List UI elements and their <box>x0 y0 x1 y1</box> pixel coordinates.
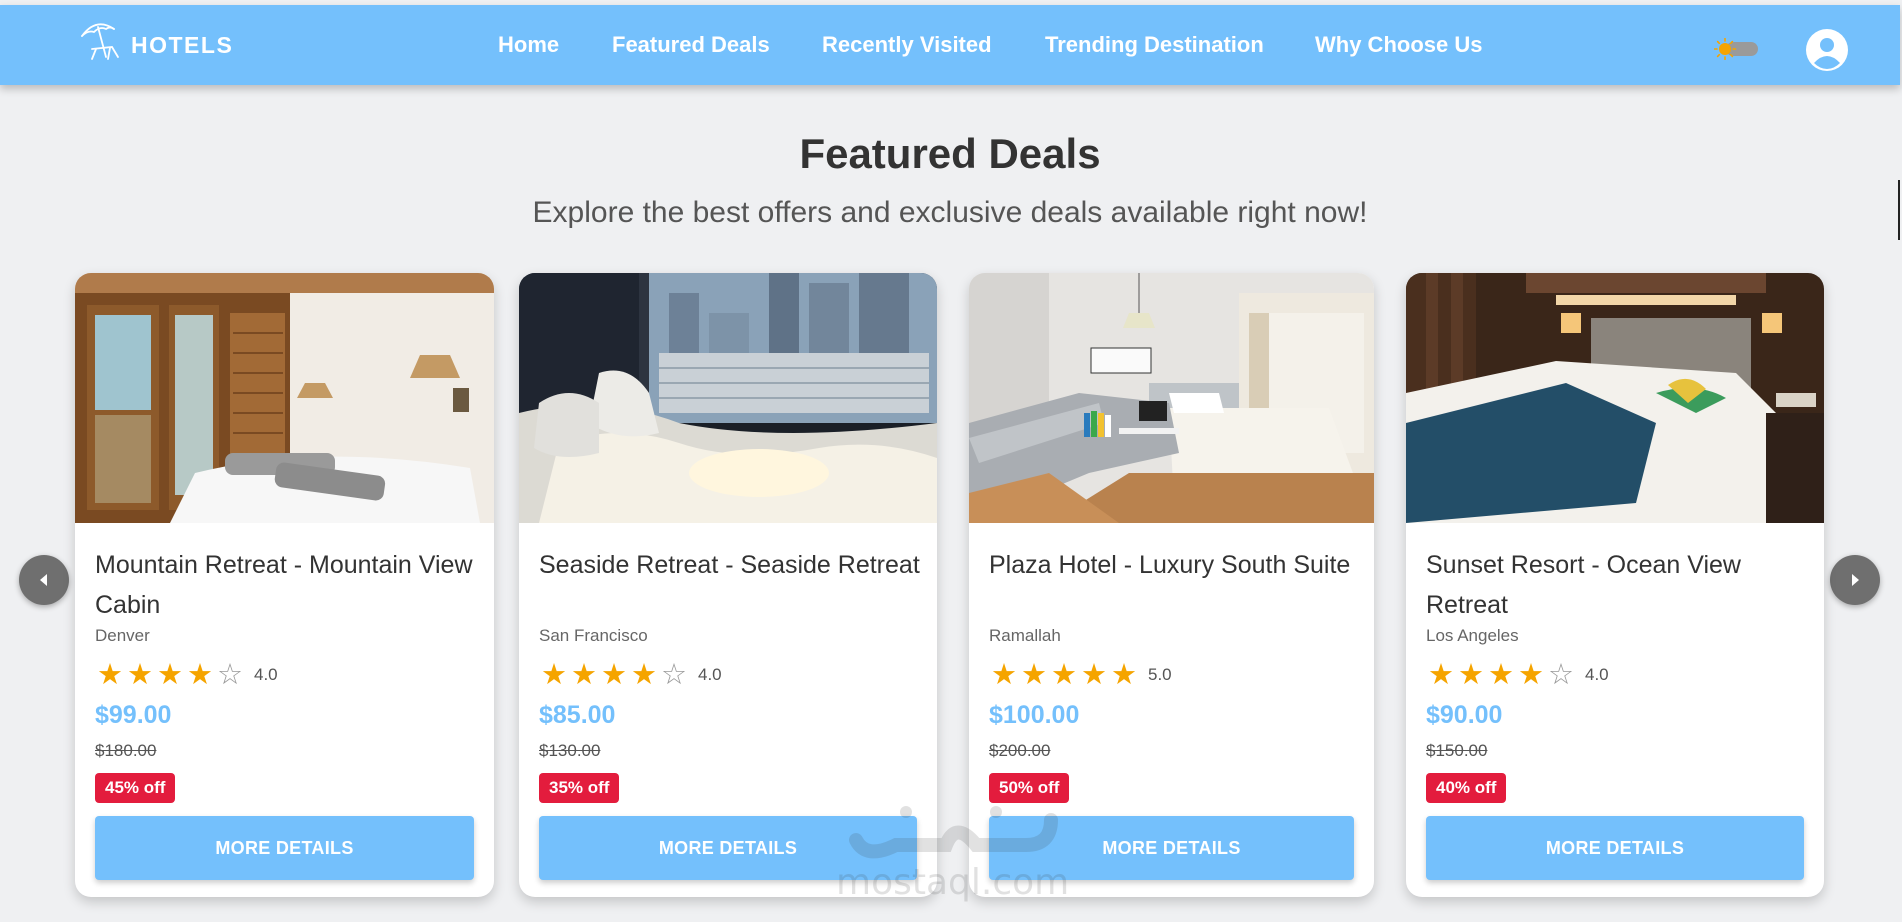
star-icon: ★ <box>541 659 567 691</box>
original-price: $150.00 <box>1426 741 1488 760</box>
original-price: $130.00 <box>539 741 601 760</box>
star-outline-icon: ☆ <box>217 659 243 691</box>
deal-city: Los Angeles <box>1426 626 1519 645</box>
hotel-photo <box>1406 273 1824 523</box>
star-rating: ★ ★ ★ ★ ☆ <box>95 660 245 690</box>
deal-price: $90.00 <box>1426 701 1503 729</box>
rating-value: 4.0 <box>698 665 722 684</box>
nav-trending-destination[interactable]: Trending Destination <box>1045 32 1264 58</box>
star-icon: ★ <box>1051 659 1077 691</box>
star-icon: ★ <box>571 659 597 691</box>
rating-value: 5.0 <box>1148 665 1172 684</box>
star-outline-icon: ☆ <box>1548 659 1574 691</box>
star-rating: ★ ★ ★ ★ ☆ <box>1426 660 1576 690</box>
star-icon: ★ <box>1518 659 1544 691</box>
chevron-left-icon <box>40 574 47 586</box>
deal-card: Seaside Retreat - Seaside Retreat San Fr… <box>519 273 937 897</box>
rating-value: 4.0 <box>254 665 278 684</box>
discount-badge: 45% off <box>95 773 176 803</box>
chevron-right-icon <box>1852 574 1859 586</box>
deal-card: Mountain Retreat - Mountain View Cabin D… <box>75 273 494 897</box>
deal-price: $85.00 <box>539 701 616 729</box>
carousel-next-button[interactable] <box>1830 555 1880 605</box>
star-icon: ★ <box>1021 659 1047 691</box>
deal-title: Sunset Resort - Ocean View Retreat <box>1426 551 1741 619</box>
user-avatar-icon[interactable] <box>1806 29 1848 71</box>
deal-price: $99.00 <box>95 701 172 729</box>
more-details-button[interactable]: MORE DETAILS <box>989 816 1354 880</box>
nav-home[interactable]: Home <box>498 32 559 58</box>
deal-city: Denver <box>95 626 150 645</box>
deal-card: Sunset Resort - Ocean View Retreat Los A… <box>1406 273 1824 897</box>
discount-badge: 35% off <box>539 773 620 803</box>
discount-badge: 40% off <box>1426 773 1507 803</box>
star-icon: ★ <box>127 659 153 691</box>
more-details-button[interactable]: MORE DETAILS <box>539 816 917 880</box>
discount-badge: 50% off <box>989 773 1070 803</box>
hotel-photo <box>75 273 494 523</box>
star-icon: ★ <box>601 659 627 691</box>
star-icon: ★ <box>631 659 657 691</box>
deal-price: $100.00 <box>989 701 1080 729</box>
carousel-prev-button[interactable] <box>19 555 69 605</box>
deal-city: Ramallah <box>989 626 1061 645</box>
rating: ★ ★ ★ ★ ☆ 4.0 <box>1426 660 1609 690</box>
star-rating: ★ ★ ★ ★ ★ <box>989 660 1139 690</box>
star-icon: ★ <box>991 659 1017 691</box>
rating: ★ ★ ★ ★ ☆ 4.0 <box>539 660 722 690</box>
brand-name: HOTELS <box>131 32 234 58</box>
star-icon: ★ <box>1081 659 1107 691</box>
star-icon: ★ <box>1111 659 1137 691</box>
nav-featured-deals[interactable]: Featured Deals <box>612 32 770 58</box>
star-icon: ★ <box>187 659 213 691</box>
star-icon: ★ <box>1458 659 1484 691</box>
rating: ★ ★ ★ ★ ★ 5.0 <box>989 660 1172 690</box>
deal-title: Seaside Retreat - Seaside Retreat <box>539 551 920 579</box>
beach-umbrella-icon <box>78 17 124 63</box>
star-icon: ★ <box>97 659 123 691</box>
theme-toggle[interactable] <box>1713 37 1760 61</box>
star-icon: ★ <box>157 659 183 691</box>
hotel-photo <box>969 273 1374 523</box>
star-icon: ★ <box>1428 659 1454 691</box>
original-price: $180.00 <box>95 741 157 760</box>
sun-icon <box>1713 37 1737 61</box>
rating-value: 4.0 <box>1585 665 1609 684</box>
deal-card: Plaza Hotel - Luxury South Suite Ramalla… <box>969 273 1374 897</box>
hotel-photo <box>519 273 937 523</box>
brand-logo[interactable]: HOTELS <box>78 17 233 67</box>
original-price: $200.00 <box>989 741 1051 760</box>
deal-city: San Francisco <box>539 626 648 645</box>
section-subtitle: Explore the best offers and exclusive de… <box>532 196 1368 229</box>
rating: ★ ★ ★ ★ ☆ 4.0 <box>95 660 278 690</box>
scrollbar-edge <box>1898 180 1900 240</box>
navbar: HOTELS Home Featured Deals Recently Visi… <box>0 5 1900 85</box>
section-title: Featured Deals <box>799 130 1101 177</box>
nav-recently-visited[interactable]: Recently Visited <box>822 32 992 58</box>
nav-why-choose-us[interactable]: Why Choose Us <box>1315 32 1482 58</box>
more-details-button[interactable]: MORE DETAILS <box>95 816 474 880</box>
more-details-button[interactable]: MORE DETAILS <box>1426 816 1804 880</box>
deal-title: Plaza Hotel - Luxury South Suite <box>989 551 1351 579</box>
star-outline-icon: ☆ <box>661 659 687 691</box>
deal-title: Mountain Retreat - Mountain View Cabin <box>95 551 473 619</box>
star-icon: ★ <box>1488 659 1514 691</box>
star-rating: ★ ★ ★ ★ ☆ <box>539 660 689 690</box>
